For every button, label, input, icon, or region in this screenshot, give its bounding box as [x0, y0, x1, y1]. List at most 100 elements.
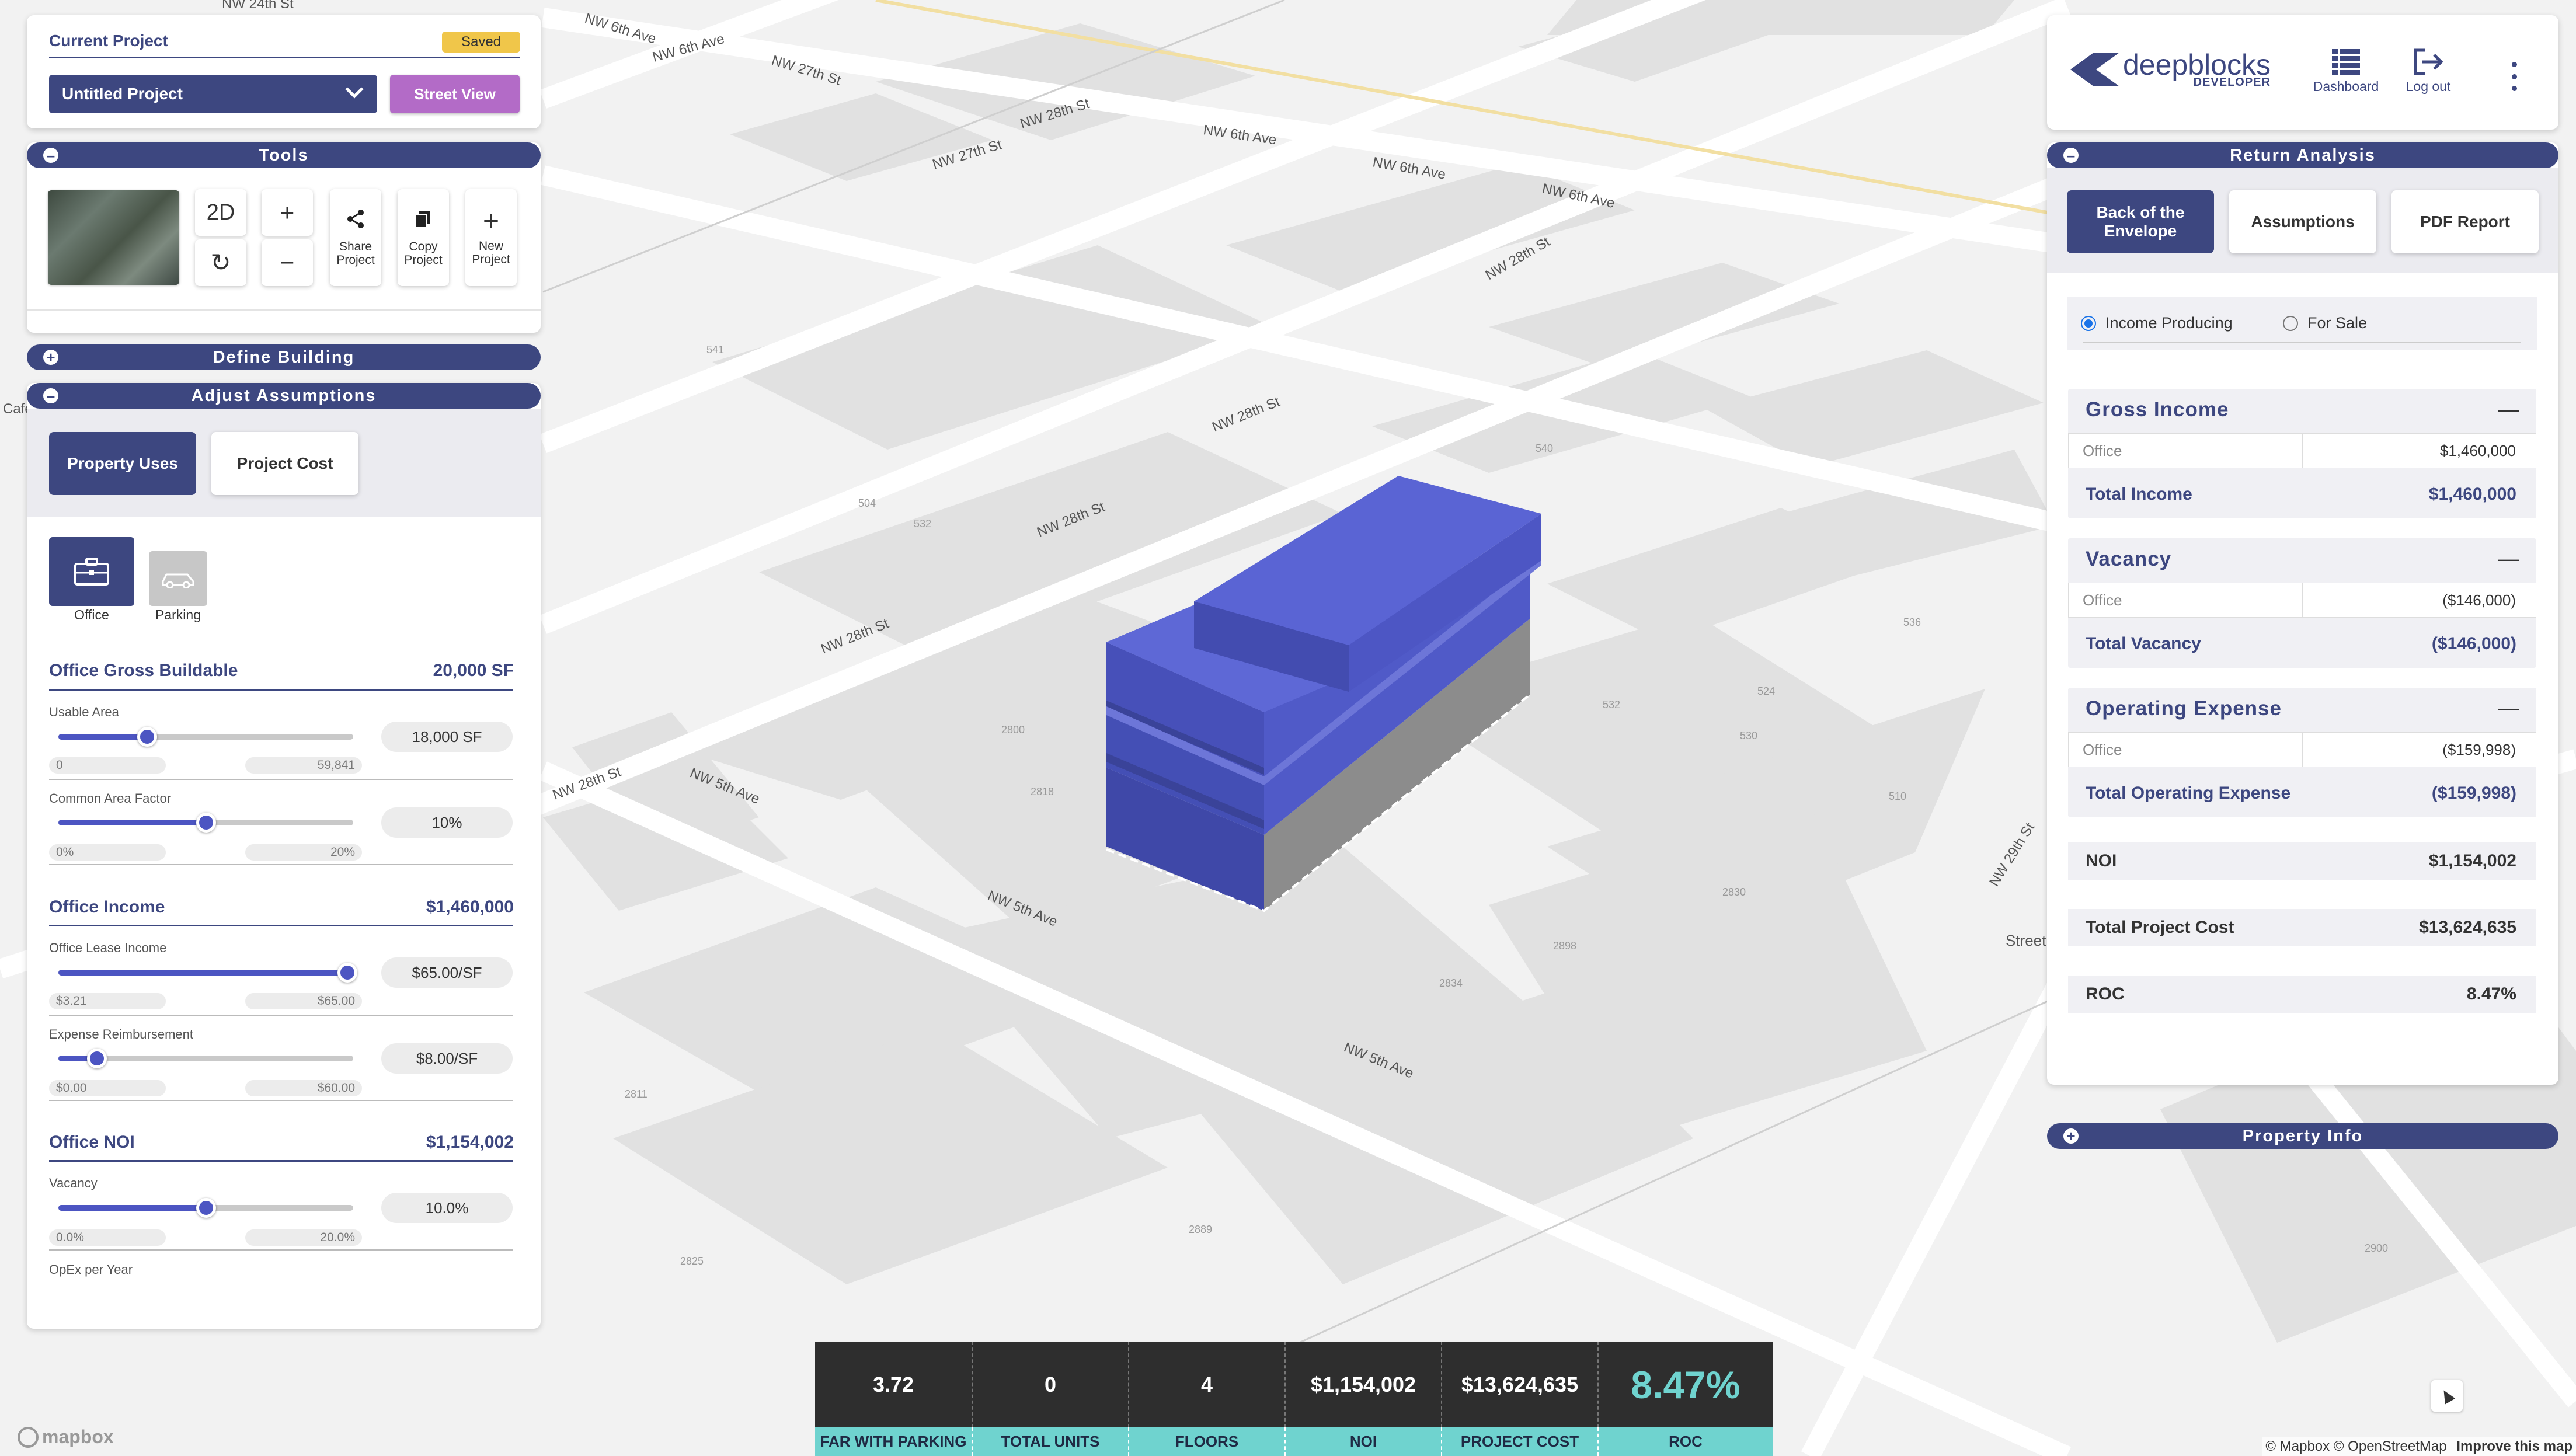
slider-divider [49, 864, 513, 865]
radio-for-sale[interactable]: For Sale [2283, 314, 2367, 332]
slider-thumb[interactable] [337, 963, 357, 983]
expand-icon[interactable]: + [2063, 1128, 2079, 1144]
use-parking-label: Parking [155, 607, 201, 622]
zoom-in-button[interactable]: + [262, 189, 313, 236]
logout-button[interactable]: Log out [2390, 48, 2466, 95]
mapbox-logo: mapbox [18, 1426, 114, 1448]
use-parking-button[interactable] [149, 551, 207, 606]
slider-value[interactable]: 18,000 SF [381, 722, 513, 752]
collapse-icon[interactable]: – [43, 148, 58, 163]
tab-assumptions[interactable]: Assumptions [2229, 190, 2376, 253]
collapse-dash-icon[interactable]: — [2498, 696, 2519, 720]
slider-track[interactable] [58, 1049, 353, 1068]
radio-income-producing[interactable]: Income Producing [2081, 314, 2233, 332]
slider-value[interactable]: 10.0% [381, 1193, 513, 1223]
copy-project-button[interactable]: Copy Project [398, 189, 449, 286]
compass-button[interactable] [2431, 1380, 2463, 1412]
collapse-icon[interactable]: – [2063, 148, 2079, 163]
slider-track[interactable] [58, 727, 353, 747]
map-attribution: © Mapbox © OpenStreetMap Improve this ma… [2262, 1437, 2576, 1456]
define-building-header[interactable]: + Define Building [27, 344, 541, 370]
kebab-menu-icon[interactable] [2508, 62, 2520, 91]
deepblocks-logo[interactable]: deepblocks DEVELOPER [2070, 49, 2271, 90]
slider-track[interactable] [58, 813, 353, 833]
section-rule [49, 1160, 513, 1162]
parcel-number: 2834 [1439, 977, 1463, 989]
project-name: Untitled Project [62, 85, 183, 103]
improve-map-link[interactable]: Improve this map [2456, 1438, 2572, 1454]
slider-thumb[interactable] [137, 727, 157, 747]
slider-label: Common Area Factor [49, 791, 172, 806]
rotate-button[interactable]: ↻ [195, 239, 246, 286]
stat-units-label: TOTAL UNITS [972, 1427, 1128, 1456]
collapse-dash-icon[interactable]: — [2498, 397, 2519, 422]
card-title: Gross Income [2086, 398, 2229, 421]
section-title: Office Gross Buildable [49, 661, 238, 680]
2d-label: 2D [206, 200, 235, 225]
new-label-2: Project [472, 253, 510, 266]
parcel-number: 2889 [1189, 1224, 1212, 1235]
parcel-number: 2825 [680, 1255, 704, 1267]
project-select[interactable]: Untitled Project [49, 75, 377, 113]
dashboard-icon [2332, 49, 2360, 75]
logout-icon [2414, 48, 2443, 75]
street-view-button[interactable]: Street View [390, 75, 520, 113]
adjust-assumptions-title: Adjust Assumptions [191, 386, 377, 405]
slider-thumb[interactable] [86, 1049, 107, 1068]
parcel-number: 510 [1889, 790, 1906, 802]
property-info-header[interactable]: + Property Info [2047, 1123, 2558, 1149]
slider-track[interactable] [58, 1198, 353, 1218]
collapse-dash-icon[interactable]: — [2498, 546, 2519, 571]
slider-max: $65.00 [245, 993, 362, 1009]
parcel-number: 532 [1603, 699, 1620, 710]
slider-divider [49, 779, 513, 780]
adjust-assumptions-header[interactable]: – Adjust Assumptions [27, 383, 541, 409]
parcel-number: 2830 [1722, 886, 1746, 898]
collapse-icon[interactable]: – [43, 388, 58, 403]
slider-value[interactable]: 10% [381, 807, 513, 838]
tab-pdf-report[interactable]: PDF Report [2391, 190, 2539, 253]
tab-back-of-envelope[interactable]: Back of the Envelope [2067, 190, 2214, 253]
stat-noi-value: $1,154,002 [1284, 1342, 1441, 1427]
share-project-button[interactable]: Share Project [330, 189, 381, 286]
slider-label: Office Lease Income [49, 941, 167, 955]
slider-min: 0 [49, 757, 166, 774]
compass-icon [2438, 1387, 2456, 1405]
card-title: Vacancy [2086, 548, 2172, 570]
slider-value[interactable]: $65.00/SF [381, 957, 513, 988]
section-value: $1,460,000 [426, 897, 514, 917]
parcel-number: 530 [1740, 730, 1757, 741]
chevron-down-icon [345, 80, 364, 99]
view-2d-button[interactable]: 2D [195, 189, 246, 236]
saved-badge: Saved [442, 32, 520, 53]
poi-label: Street [2006, 932, 2046, 949]
expand-icon[interactable]: + [43, 350, 58, 365]
slider-max: 20.0% [245, 1229, 362, 1246]
tab-property-uses[interactable]: Property Uses [49, 432, 196, 495]
stat-roc-label: ROC [1597, 1427, 1773, 1456]
slider-max: $60.00 [245, 1080, 362, 1096]
parcel-number: 540 [1536, 443, 1553, 454]
copy-label-2: Project [404, 253, 443, 267]
mapbox-icon [18, 1426, 39, 1448]
zoom-out-button[interactable]: − [262, 239, 313, 286]
tab-project-cost[interactable]: Project Cost [211, 432, 358, 495]
slider-value[interactable]: $8.00/SF [381, 1043, 513, 1074]
current-project-title: Current Project [49, 32, 168, 50]
use-office-label: Office [74, 607, 109, 622]
tools-header[interactable]: – Tools [27, 142, 541, 168]
slider-thumb[interactable] [196, 813, 216, 833]
slider-track[interactable] [58, 963, 357, 983]
slider-fill [58, 820, 206, 825]
share-label: Share [339, 240, 373, 253]
slider-fill [58, 734, 147, 740]
slider-thumb[interactable] [196, 1198, 216, 1218]
return-analysis-header[interactable]: – Return Analysis [2047, 142, 2558, 168]
use-office-button[interactable] [49, 537, 134, 606]
dashboard-button[interactable]: Dashboard [2308, 48, 2384, 95]
new-project-button[interactable]: + New Project [465, 189, 517, 286]
app-header: deepblocks DEVELOPER Dashboard Log out [2047, 15, 2558, 130]
property-info-title: Property Info [2242, 1126, 2363, 1145]
satellite-thumbnail[interactable] [48, 190, 179, 285]
slider-divider [49, 1100, 513, 1101]
